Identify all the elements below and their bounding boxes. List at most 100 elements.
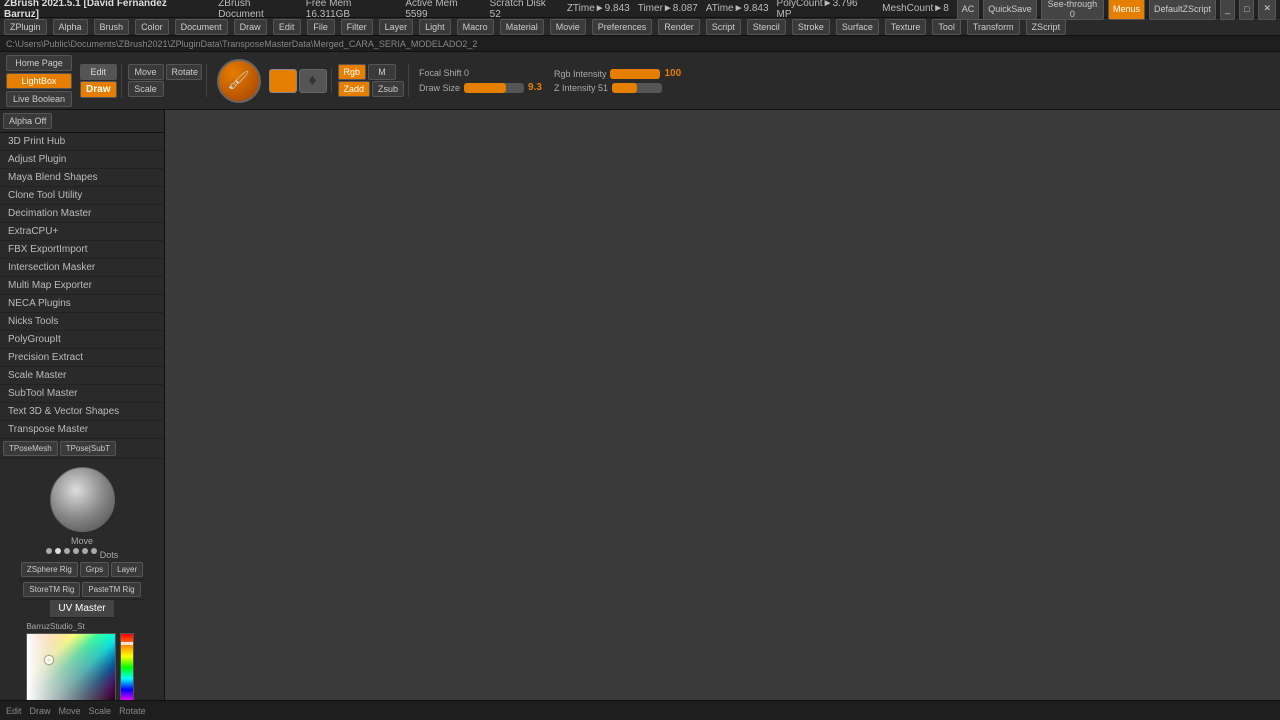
menu-layer[interactable]: Layer (379, 19, 414, 35)
see-through-button[interactable]: See-through 0 (1041, 0, 1104, 20)
z-intensity-slider[interactable] (612, 83, 662, 93)
sidebar-item-maya-blend[interactable]: Maya Blend Shapes (0, 169, 164, 187)
tposemesh-btn[interactable]: TPoseMesh (3, 441, 58, 456)
sidebar-item-uv-master[interactable]: UV Master (50, 600, 113, 618)
tpose-subt-btn[interactable]: TPose|SubT (60, 441, 116, 456)
main-toolbar: Home Page LightBox Live Boolean Edit Dra… (0, 52, 1280, 110)
rgb-intensity-label: Rgb Intensity (554, 69, 607, 79)
menu-draw[interactable]: Draw (234, 19, 267, 35)
stroke-preview[interactable] (269, 69, 297, 93)
zsphere-rig-btn[interactable]: ZSphere Rig (21, 562, 78, 577)
live-boolean-tab[interactable]: Live Boolean (6, 91, 72, 107)
brush-dot-4 (73, 548, 79, 554)
menu-tool[interactable]: Tool (932, 19, 961, 35)
brush-circle-preview[interactable] (50, 467, 115, 532)
menu-stencil[interactable]: Stencil (747, 19, 786, 35)
brush-dot-3 (64, 548, 70, 554)
rotate-button[interactable]: Rotate (166, 64, 202, 80)
menu-brush[interactable]: Brush (94, 19, 130, 35)
app-title: ZBrush 2021.5.1 [David Fernández Barruz] (4, 0, 202, 20)
alpha-preview[interactable]: ♦ (299, 69, 327, 93)
ztime: ZTime►9.843 (567, 3, 630, 14)
menu-transform[interactable]: Transform (967, 19, 1020, 35)
menu-document[interactable]: Document (175, 19, 228, 35)
lightbox-tab[interactable]: LightBox (6, 73, 72, 89)
zsub-button[interactable]: Zsub (372, 81, 404, 97)
zadd-button[interactable]: Zadd (338, 81, 371, 97)
left-sidebar: Alpha Off 3D Print Hub Adjust Plugin May… (0, 110, 165, 700)
close-button[interactable]: ✕ (1258, 0, 1276, 20)
active-mem: Active Mem 5599 (405, 0, 481, 20)
brush-dot-5 (82, 548, 88, 554)
sidebar-item-precision[interactable]: Precision Extract (0, 349, 164, 367)
menu-zscript[interactable]: ZScript (1026, 19, 1067, 35)
ac-button[interactable]: AC (957, 0, 980, 20)
alpha-off-btn[interactable]: Alpha Off (3, 113, 52, 129)
sidebar-item-extracpu[interactable]: ExtraCPU+ (0, 223, 164, 241)
maximize-button[interactable]: □ (1239, 0, 1254, 20)
storetm-rig-btn[interactable]: StoreTM Rig (23, 582, 80, 597)
brush-dot-1 (46, 548, 52, 554)
move-label: Move (71, 536, 93, 546)
menu-script[interactable]: Script (706, 19, 741, 35)
home-page-tab[interactable]: Home Page (6, 55, 72, 71)
hue-bar[interactable] (120, 633, 134, 700)
move-button[interactable]: Move (128, 64, 164, 80)
bottom-status-bar: Edit Draw Move Scale Rotate (0, 700, 1280, 720)
sidebar-item-polygroupit[interactable]: PolyGroupIt (0, 331, 164, 349)
sidebar-item-nicks[interactable]: Nicks Tools (0, 313, 164, 331)
brush-dot-6 (91, 548, 97, 554)
top-bar: ZBrush 2021.5.1 [David Fernández Barruz]… (0, 0, 1280, 18)
sidebar-item-3d-print[interactable]: 3D Print Hub (0, 133, 164, 151)
sidebar-item-multimap[interactable]: Multi Map Exporter (0, 277, 164, 295)
path-bar: C:\Users\Public\Documents\ZBrush2021\ZPl… (0, 36, 1280, 52)
menus-button[interactable]: Menus (1108, 0, 1145, 20)
sidebar-item-fbx[interactable]: FBX ExportImport (0, 241, 164, 259)
hue-indicator (121, 642, 133, 645)
sidebar-item-text3d[interactable]: Text 3D & Vector Shapes (0, 403, 164, 421)
menu-material[interactable]: Material (500, 19, 544, 35)
menu-filter[interactable]: Filter (341, 19, 373, 35)
menu-edit[interactable]: Edit (273, 19, 301, 35)
draw-button[interactable]: Draw (80, 81, 116, 98)
free-mem: Free Mem 16.311GB (306, 0, 398, 20)
default-zscript-button[interactable]: DefaultZScript (1149, 0, 1216, 20)
brush-icon[interactable]: 🖌 (217, 59, 261, 103)
sidebar-item-transpose[interactable]: Transpose Master (0, 421, 164, 439)
sidebar-item-subtool-master[interactable]: SubTool Master (0, 385, 164, 403)
menu-file[interactable]: File (307, 19, 335, 35)
menu-texture[interactable]: Texture (885, 19, 927, 35)
menu-stroke[interactable]: Stroke (792, 19, 830, 35)
grps-btn[interactable]: Grps (80, 562, 109, 577)
menu-macro[interactable]: Macro (457, 19, 494, 35)
rgb-intensity-slider[interactable] (610, 69, 660, 79)
pastetm-rig-btn[interactable]: PasteTM Rig (82, 582, 140, 597)
z-intensity-label: Z Intensity 51 (554, 83, 608, 93)
menu-zplugin[interactable]: ZPlugin (4, 19, 47, 35)
menu-alpha[interactable]: Alpha (53, 19, 88, 35)
sidebar-item-adjust[interactable]: Adjust Plugin (0, 151, 164, 169)
sidebar-item-neca[interactable]: NECA Plugins (0, 295, 164, 313)
sidebar-item-scale-master[interactable]: Scale Master (0, 367, 164, 385)
menu-surface[interactable]: Surface (836, 19, 879, 35)
sidebar-item-clone-tool[interactable]: Clone Tool Utility (0, 187, 164, 205)
draw-size-slider[interactable] (464, 83, 524, 93)
menu-render[interactable]: Render (658, 19, 700, 35)
menu-movie[interactable]: Movie (550, 19, 586, 35)
scale-button[interactable]: Scale (128, 81, 164, 97)
menu-light[interactable]: Light (419, 19, 451, 35)
menu-preferences[interactable]: Preferences (592, 19, 653, 35)
rgb-button[interactable]: Rgb (338, 64, 367, 80)
brush-dots: Dots (46, 548, 119, 560)
menu-color[interactable]: Color (135, 19, 169, 35)
m-button[interactable]: M (368, 64, 396, 80)
edit-button[interactable]: Edit (80, 64, 116, 80)
minimize-button[interactable]: _ (1220, 0, 1235, 20)
menu-bar: ZPlugin Alpha Brush Color Document Draw … (0, 18, 1280, 36)
quicksave-button[interactable]: QuickSave (983, 0, 1037, 20)
bottom-edit-label: Edit (6, 706, 22, 716)
sidebar-item-decimation[interactable]: Decimation Master (0, 205, 164, 223)
sidebar-item-intersection[interactable]: Intersection Masker (0, 259, 164, 277)
hsv-gradient[interactable] (26, 633, 116, 700)
layer-btn[interactable]: Layer (111, 562, 143, 577)
